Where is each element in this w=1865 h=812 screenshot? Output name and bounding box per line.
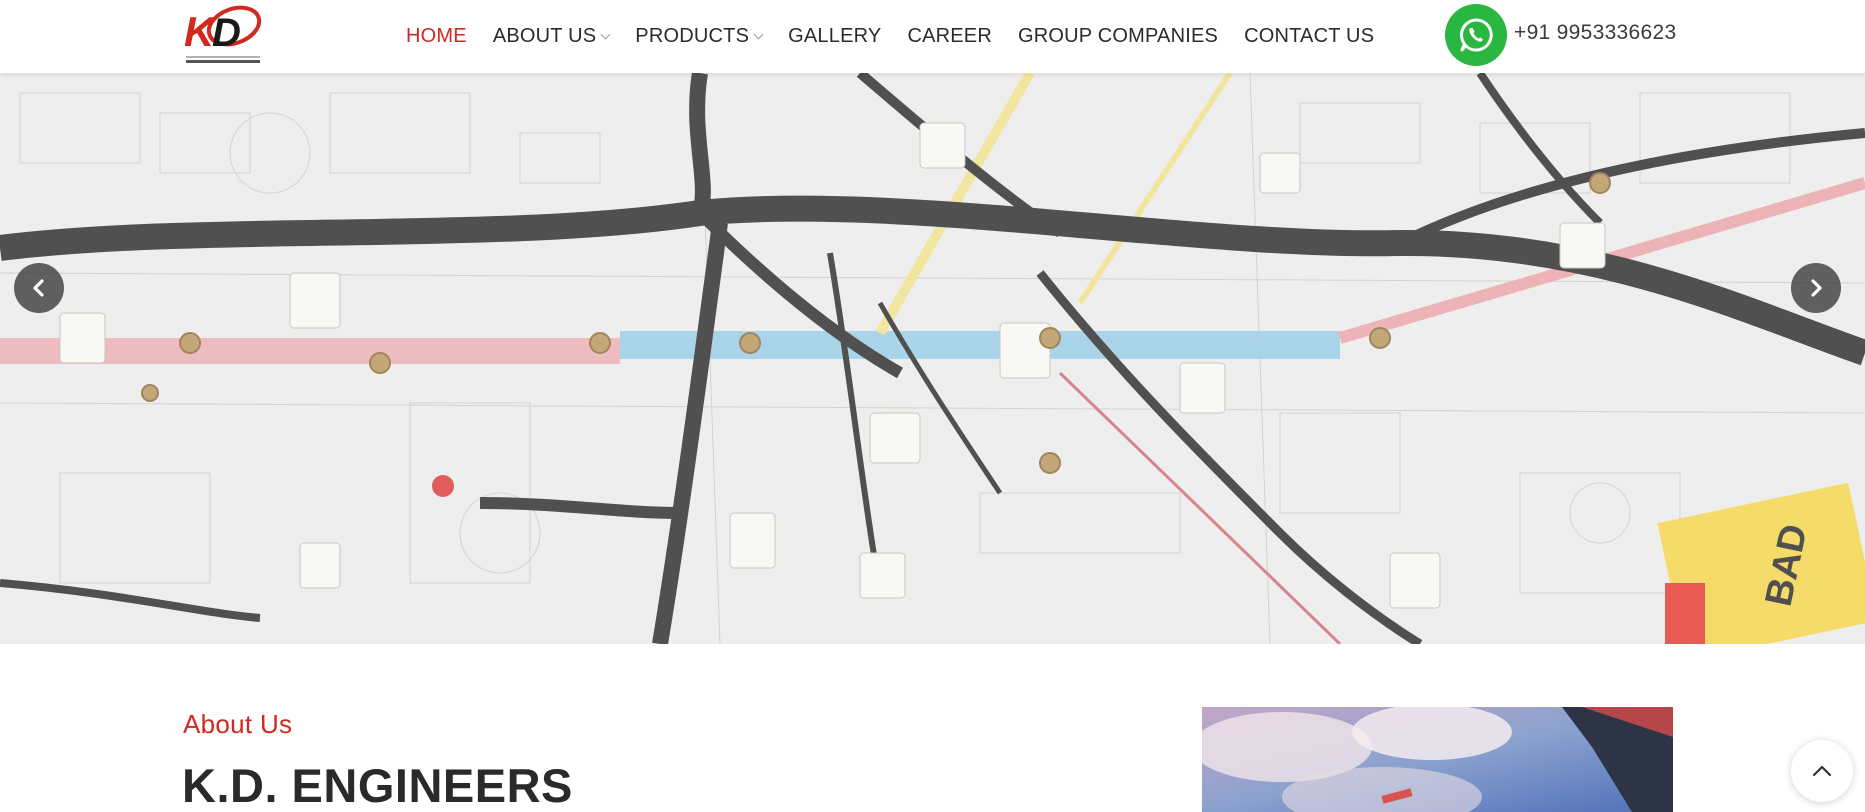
phone-number[interactable]: +91 9953336623 [1514, 21, 1676, 45]
chevron-left-icon [33, 279, 44, 297]
slider-prev-button[interactable] [14, 263, 64, 313]
svg-text:D: D [212, 11, 241, 55]
chevron-right-icon [1811, 279, 1822, 297]
nav-products[interactable]: PRODUCTS [635, 25, 764, 48]
scroll-to-top-button[interactable] [1791, 740, 1853, 802]
main-nav: HOME ABOUT US PRODUCTS GALLERY CAREER GR… [406, 0, 1400, 73]
kd-logo[interactable]: K D [182, 4, 264, 66]
slider-next-button[interactable] [1791, 263, 1841, 313]
nav-about-us[interactable]: ABOUT US [493, 25, 611, 48]
whatsapp-icon[interactable] [1445, 4, 1507, 66]
about-image [1202, 707, 1673, 812]
nav-contact-us[interactable]: CONTACT US [1244, 25, 1374, 48]
section-title: K.D. ENGINEERS [182, 759, 573, 812]
chevron-down-icon [600, 29, 611, 40]
chevron-down-icon [753, 29, 764, 40]
nav-group-companies[interactable]: GROUP COMPANIES [1018, 25, 1218, 48]
chevron-up-icon [1812, 765, 1832, 777]
nav-home[interactable]: HOME [406, 25, 467, 48]
section-eyebrow: About Us [183, 709, 293, 739]
nav-gallery[interactable]: GALLERY [788, 25, 881, 48]
site-header: K D HOME ABOUT US PRODUCTS GALLERY CAREE… [0, 0, 1865, 73]
nav-career[interactable]: CAREER [907, 25, 992, 48]
hero-slider: BAD [0, 73, 1865, 644]
hero-image: BAD [0, 73, 1865, 644]
